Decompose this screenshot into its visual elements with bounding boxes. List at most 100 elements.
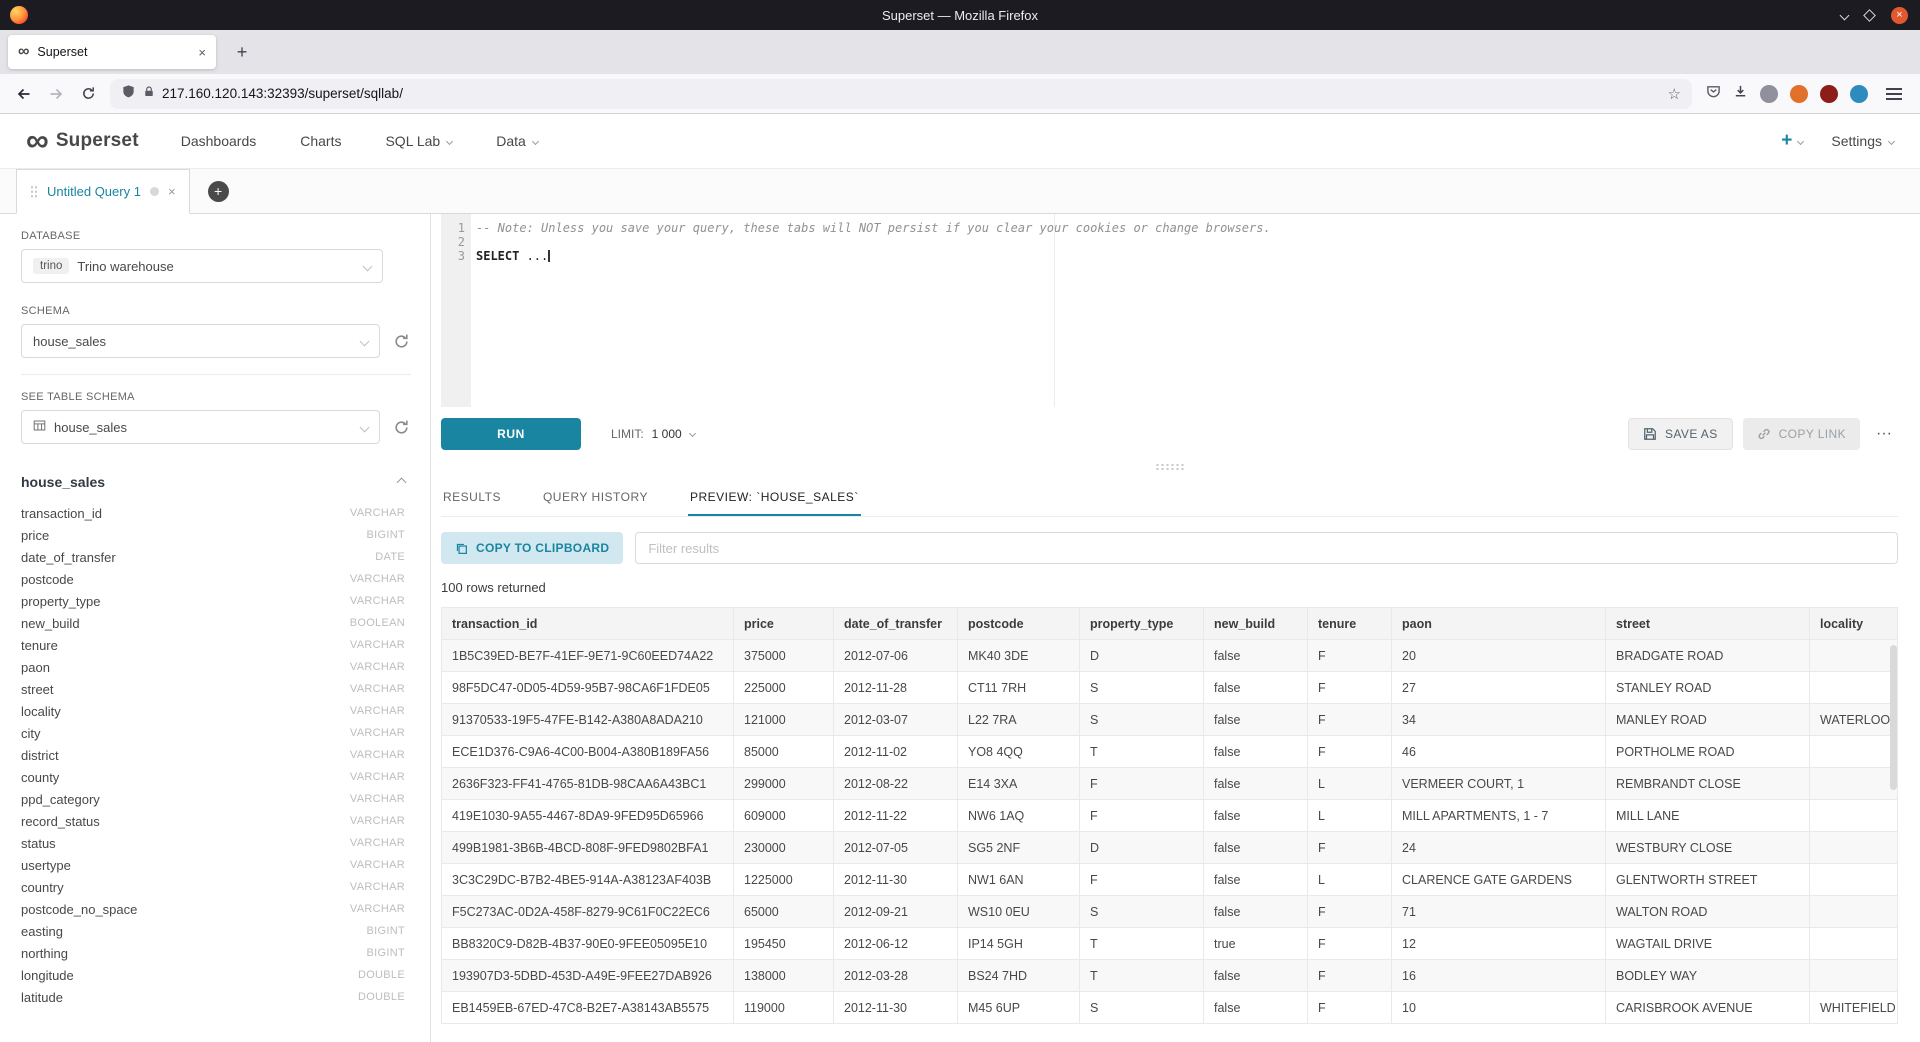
cell: T [1080, 928, 1204, 960]
tab-close-icon[interactable]: × [198, 45, 206, 60]
schema-column: tenureVARCHAR [21, 634, 405, 656]
column-header[interactable]: postcode [958, 608, 1080, 640]
pane-resize-handle[interactable] [441, 460, 1898, 474]
cell: D [1080, 832, 1204, 864]
schema-column: localityVARCHAR [21, 700, 405, 722]
superset-logo[interactable]: ∞ Superset [26, 128, 139, 154]
column-header[interactable]: transaction_id [442, 608, 734, 640]
cell: F [1080, 800, 1204, 832]
more-options-button[interactable]: ··· [1870, 425, 1898, 443]
window-titlebar: Superset — Mozilla Firefox × [0, 0, 1920, 30]
chevron-down-icon [1888, 137, 1895, 144]
cell: NW6 1AQ [958, 800, 1080, 832]
schema-column: districtVARCHAR [21, 744, 405, 766]
limit-value: 1 000 [652, 427, 682, 441]
menu-hamburger-icon[interactable] [1886, 93, 1902, 95]
cell: 419E1030-9A55-4467-8DA9-9FED95D65966 [442, 800, 734, 832]
bookmark-star-icon[interactable]: ☆ [1668, 85, 1681, 103]
results-tab-preview-house-sales[interactable]: PREVIEW: `HOUSE_SALES` [688, 480, 861, 516]
forward-button[interactable] [40, 80, 72, 108]
window-close-button[interactable]: × [1891, 7, 1908, 24]
window-minimize-button[interactable] [1841, 6, 1848, 24]
cell [1810, 864, 1898, 896]
cell: 24 [1392, 832, 1606, 864]
limit-dropdown[interactable]: LIMIT: 1 000 [611, 427, 695, 441]
editor-code[interactable]: -- Note: Unless you save your query, the… [471, 214, 1898, 263]
filter-results-input[interactable] [635, 532, 1898, 564]
column-header[interactable]: locality [1810, 608, 1898, 640]
app-header: ∞ Superset Dashboards Charts SQL Lab Dat… [0, 114, 1920, 169]
downloads-icon[interactable] [1733, 84, 1748, 104]
results-tab-results[interactable]: RESULTS [441, 480, 503, 516]
refresh-schema-icon[interactable] [393, 333, 410, 350]
main-nav: Dashboards Charts SQL Lab Data [181, 133, 538, 149]
database-select[interactable]: trino Trino warehouse [21, 249, 383, 283]
url-bar[interactable]: 217.160.120.143:32393/superset/sqllab/ ☆ [110, 79, 1692, 109]
cell: WS10 0EU [958, 896, 1080, 928]
cell: MANLEY ROAD [1606, 704, 1810, 736]
reload-button[interactable] [72, 80, 104, 108]
nav-charts[interactable]: Charts [300, 133, 341, 149]
sql-editor[interactable]: 1 2 3 -- Note: Unless you save your quer… [441, 214, 1898, 407]
schema-select[interactable]: house_sales [21, 324, 380, 358]
save-as-button[interactable]: SAVE AS [1628, 418, 1733, 450]
pocket-icon[interactable] [1706, 84, 1721, 104]
results-scrollbar[interactable] [1890, 645, 1897, 790]
column-header[interactable]: tenure [1308, 608, 1392, 640]
column-header[interactable]: property_type [1080, 608, 1204, 640]
column-header[interactable]: date_of_transfer [834, 608, 958, 640]
window-maximize-button[interactable] [1863, 9, 1876, 22]
query-tab[interactable]: Untitled Query 1 × [16, 169, 190, 214]
cell: F [1080, 768, 1204, 800]
browser-tab[interactable]: ∞ Superset × [8, 35, 216, 69]
refresh-table-icon[interactable] [393, 419, 410, 436]
extension-icon-2[interactable] [1790, 85, 1808, 103]
copy-link-button[interactable]: COPY LINK [1743, 418, 1860, 450]
schema-column: record_statusVARCHAR [21, 810, 405, 832]
back-button[interactable] [8, 80, 40, 108]
chevron-down-icon [1797, 137, 1804, 144]
extension-icon-4[interactable] [1850, 85, 1868, 103]
column-header[interactable]: paon [1392, 608, 1606, 640]
column-header[interactable]: new_build [1204, 608, 1308, 640]
extension-icon-3[interactable] [1820, 85, 1838, 103]
lock-icon[interactable] [143, 85, 155, 103]
add-query-tab-button[interactable]: + [208, 181, 229, 202]
schema-column: countyVARCHAR [21, 766, 405, 788]
column-name: new_build [21, 616, 80, 631]
nav-data[interactable]: Data [496, 133, 538, 149]
text-cursor [548, 250, 549, 262]
settings-menu[interactable]: Settings [1831, 133, 1894, 149]
cell: 609000 [734, 800, 834, 832]
column-header[interactable]: price [734, 608, 834, 640]
column-name: county [21, 770, 59, 785]
cell: 195450 [734, 928, 834, 960]
cell: WESTBURY CLOSE [1606, 832, 1810, 864]
column-header[interactable]: street [1606, 608, 1810, 640]
schema-column: postcode_no_spaceVARCHAR [21, 898, 405, 920]
cell: CLARENCE GATE GARDENS [1392, 864, 1606, 896]
new-item-button[interactable]: + [1781, 130, 1803, 152]
table-select[interactable]: house_sales [21, 410, 380, 444]
copy-to-clipboard-button[interactable]: COPY TO CLIPBOARD [441, 532, 623, 564]
schema-column: ppd_categoryVARCHAR [21, 788, 405, 810]
cell: WALTON ROAD [1606, 896, 1810, 928]
cell: WATERLOO [1810, 704, 1898, 736]
cell: BB8320C9-D82B-4B37-90E0-9FEE05095E10 [442, 928, 734, 960]
table-schema-header[interactable]: house_sales [21, 474, 405, 490]
nav-sql-lab[interactable]: SQL Lab [385, 133, 452, 149]
run-button[interactable]: RUN [441, 418, 581, 450]
query-tab-close-icon[interactable]: × [168, 184, 176, 199]
collapse-chevron-icon[interactable] [397, 477, 407, 487]
nav-dashboards[interactable]: Dashboards [181, 133, 257, 149]
column-type: BIGINT [367, 925, 405, 937]
column-name: tenure [21, 638, 58, 653]
cell: F [1308, 640, 1392, 672]
tracking-shield-icon[interactable] [121, 84, 136, 104]
results-tab-query-history[interactable]: QUERY HISTORY [541, 480, 650, 516]
sql-toolbar: RUN LIMIT: 1 000 SAVE AS COPY LINK ··· [441, 407, 1898, 460]
extension-icon-1[interactable] [1760, 85, 1778, 103]
column-name: transaction_id [21, 506, 102, 521]
cell: true [1204, 928, 1308, 960]
new-tab-button[interactable]: + [228, 38, 256, 66]
